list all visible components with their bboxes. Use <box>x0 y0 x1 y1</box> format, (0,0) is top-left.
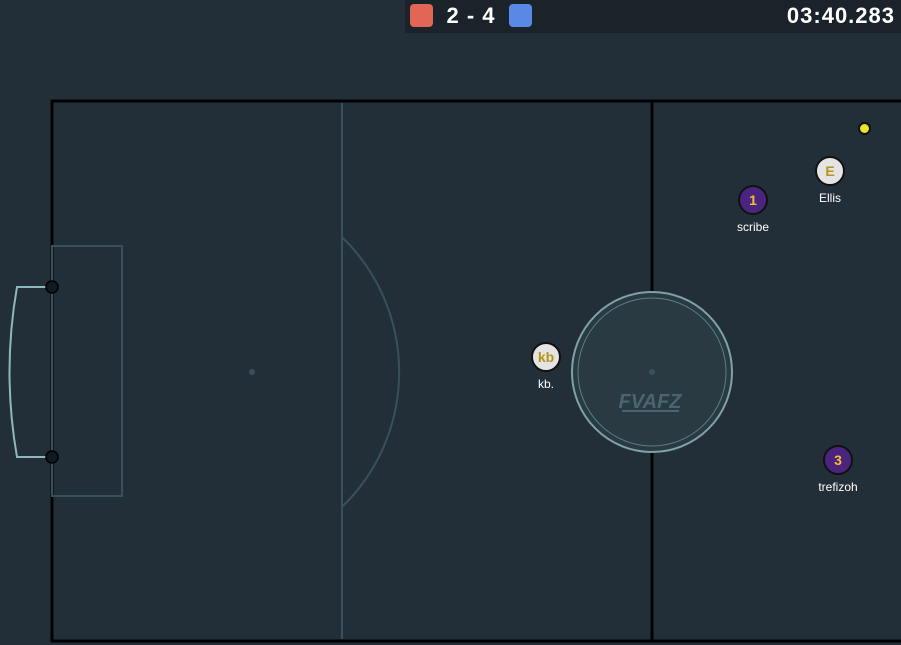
scoreboard: 2 - 4 03:40.283 <box>405 0 901 33</box>
score: 2 - 4 <box>446 3 496 28</box>
center-spot <box>649 369 655 375</box>
pitch: FVAFZ <box>8 99 901 643</box>
blue-team-color <box>509 4 532 27</box>
player-trefizoh-avatar[interactable]: 3 <box>823 445 853 475</box>
player-scribe-name: scribe <box>736 220 769 234</box>
goal-post-bottom <box>45 450 59 464</box>
game-stage: FVAFZ 2 - 4 03:40.283 kb kb. E Ellis 1 s… <box>0 0 901 645</box>
goal-area <box>51 245 123 497</box>
player-ellis-name: Ellis <box>818 191 841 205</box>
red-team-color <box>410 4 433 27</box>
penalty-spot <box>249 369 255 375</box>
match-timer: 03:40.283 <box>786 3 895 28</box>
player-kb-name: kb. <box>537 377 554 391</box>
goal-post-top <box>45 280 59 294</box>
league-logo-text: FVAFZ <box>619 391 683 413</box>
player-trefizoh-name: trefizoh <box>818 480 858 494</box>
pitch-boundary <box>50 99 901 643</box>
player-ellis-avatar[interactable]: E <box>815 156 845 186</box>
left-goal-net <box>8 286 52 458</box>
player-kb-avatar[interactable]: kb <box>531 342 561 372</box>
league-logo: FVAFZ <box>619 391 683 413</box>
penalty-arc <box>341 236 401 508</box>
ball <box>858 122 871 135</box>
player-scribe-avatar[interactable]: 1 <box>738 185 768 215</box>
